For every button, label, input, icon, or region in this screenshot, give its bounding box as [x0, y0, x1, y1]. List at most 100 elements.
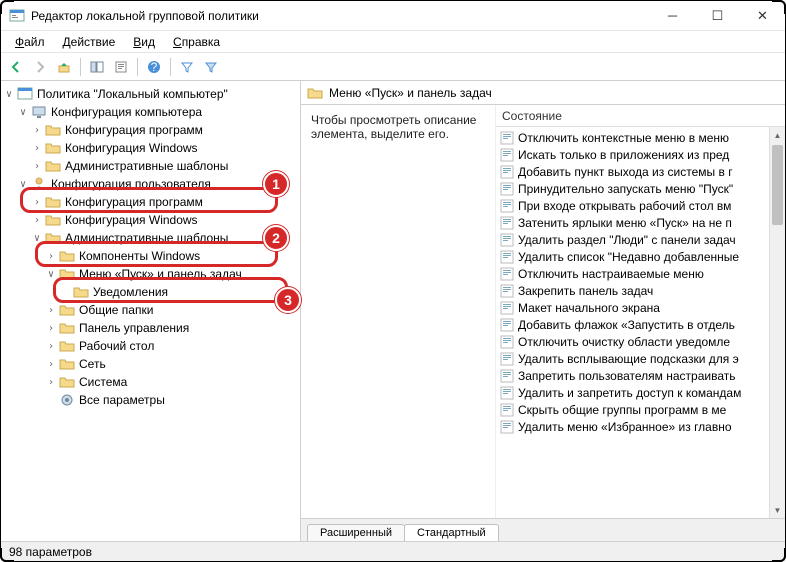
setting-icon	[500, 318, 514, 332]
scroll-up-button[interactable]: ▲	[770, 127, 785, 143]
folder-icon	[59, 374, 75, 390]
expand-icon[interactable]: ›	[45, 341, 57, 352]
list-item[interactable]: Добавить пункт выхода из системы в г	[496, 163, 785, 180]
list-item-label: Добавить пункт выхода из системы в г	[518, 165, 733, 179]
expand-icon[interactable]: ∨	[3, 89, 15, 100]
expand-icon[interactable]: ›	[45, 377, 57, 388]
expand-icon[interactable]: ›	[45, 305, 57, 316]
setting-icon	[500, 301, 514, 315]
expand-icon[interactable]: ›	[45, 251, 57, 262]
menu-file[interactable]: Файл	[7, 33, 53, 51]
badge-1: 1	[263, 171, 289, 197]
tree-item[interactable]: ›Общие папки	[3, 301, 298, 319]
tab-standard[interactable]: Стандартный	[404, 524, 499, 541]
list-item-label: Удалить список "Недавно добавленные	[518, 250, 739, 264]
menu-action[interactable]: Действие	[55, 33, 124, 51]
minimize-button[interactable]: ─	[650, 1, 695, 30]
list-item[interactable]: Удалить всплывающие подсказки для э	[496, 350, 785, 367]
setting-icon	[500, 148, 514, 162]
scroll-thumb[interactable]	[772, 145, 783, 225]
list-item[interactable]: Удалить список "Недавно добавленные	[496, 248, 785, 265]
tree-item[interactable]: ›Конфигурация Windows	[3, 139, 298, 157]
list-item[interactable]: Затенить ярлыки меню «Пуск» на не п	[496, 214, 785, 231]
setting-icon	[500, 284, 514, 298]
list-item[interactable]: Запретить пользователям настраивать	[496, 367, 785, 384]
folder-icon	[59, 356, 75, 372]
expand-icon[interactable]: ›	[31, 143, 43, 154]
tree-item[interactable]: ›Компоненты Windows	[3, 247, 298, 265]
list-item[interactable]: Отключить контекстные меню в меню	[496, 129, 785, 146]
list-item-label: Закрепить панель задач	[518, 284, 653, 298]
list-item-label: Удалить всплывающие подсказки для э	[518, 352, 739, 366]
properties-button[interactable]	[110, 56, 132, 78]
tree-item[interactable]: ›Рабочий стол	[3, 337, 298, 355]
user-icon	[31, 176, 47, 192]
expand-icon[interactable]: ›	[31, 161, 43, 172]
list-item[interactable]: Удалить и запретить доступ к командам	[496, 384, 785, 401]
expand-icon[interactable]: ›	[45, 359, 57, 370]
list-item[interactable]: Искать только в приложениях из пред	[496, 146, 785, 163]
up-button[interactable]	[53, 56, 75, 78]
vertical-scrollbar[interactable]: ▲ ▼	[769, 127, 785, 518]
expand-icon[interactable]: ›	[45, 323, 57, 334]
filter-options-button[interactable]	[200, 56, 222, 78]
list-item[interactable]: Добавить флажок «Запустить в отдель	[496, 316, 785, 333]
expand-icon[interactable]: ›	[31, 197, 43, 208]
list-item[interactable]: Макет начального экрана	[496, 299, 785, 316]
forward-button[interactable]	[29, 56, 51, 78]
content-header: Меню «Пуск» и панель задач	[301, 81, 785, 105]
settings-icon	[59, 392, 75, 408]
maximize-button[interactable]: ☐	[695, 1, 740, 30]
tree-item[interactable]: ›Конфигурация Windows	[3, 211, 298, 229]
list-item-label: Отключить контекстные меню в меню	[518, 131, 729, 145]
expand-icon[interactable]: ›	[31, 215, 43, 226]
menu-help[interactable]: Справка	[165, 33, 228, 51]
tree-item[interactable]: ›Конфигурация программ	[3, 121, 298, 139]
expand-icon[interactable]: ∨	[31, 233, 43, 244]
tree-user-config[interactable]: ∨Конфигурация пользователя	[3, 175, 298, 193]
description-panel: Чтобы просмотреть описание элемента, выд…	[301, 105, 496, 518]
tree-item[interactable]: Уведомления	[3, 283, 298, 301]
frame-corner	[772, 548, 786, 562]
tree-item[interactable]: ›Сеть	[3, 355, 298, 373]
list-item[interactable]: Удалить раздел "Люди" с панели задач	[496, 231, 785, 248]
content-body: Чтобы просмотреть описание элемента, выд…	[301, 105, 785, 519]
setting-icon	[500, 216, 514, 230]
expand-icon[interactable]: ∨	[45, 269, 57, 280]
show-hide-tree-button[interactable]	[86, 56, 108, 78]
folder-icon	[73, 284, 89, 300]
help-button[interactable]: ?	[143, 56, 165, 78]
tree-item[interactable]: ›Конфигурация программ	[3, 193, 298, 211]
list-item[interactable]: При входе открывать рабочий стол вм	[496, 197, 785, 214]
list-item[interactable]: Отключить очистку области уведомле	[496, 333, 785, 350]
filter-button[interactable]	[176, 56, 198, 78]
list-item-label: Затенить ярлыки меню «Пуск» на не п	[518, 216, 732, 230]
list-item[interactable]: Скрыть общие группы программ в ме	[496, 401, 785, 418]
scroll-down-button[interactable]: ▼	[770, 502, 785, 518]
list-item[interactable]: Закрепить панель задач	[496, 282, 785, 299]
setting-icon	[500, 250, 514, 264]
list-item[interactable]: Удалить меню «Избранное» из главно	[496, 418, 785, 435]
back-button[interactable]	[5, 56, 27, 78]
tree-root[interactable]: ∨Политика "Локальный компьютер"	[3, 85, 298, 103]
menu-view[interactable]: Вид	[125, 33, 163, 51]
list-item[interactable]: Отключить настраиваемые меню	[496, 265, 785, 282]
badge-3: 3	[275, 287, 301, 313]
tree-computer-config[interactable]: ∨Конфигурация компьютера	[3, 103, 298, 121]
expand-icon[interactable]: ∨	[17, 107, 29, 118]
column-header-state[interactable]: Состояние	[496, 105, 785, 127]
tree-item[interactable]: Все параметры	[3, 391, 298, 409]
tree-start-menu[interactable]: ∨Меню «Пуск» и панель задач	[3, 265, 298, 283]
tree-item[interactable]: ›Панель управления	[3, 319, 298, 337]
folder-icon	[45, 122, 61, 138]
expand-icon[interactable]: ›	[31, 125, 43, 136]
list-item-label: Макет начального экрана	[518, 301, 660, 315]
expand-icon[interactable]: ∨	[17, 179, 29, 190]
tree-admin-templates[interactable]: ∨Административные шаблоны	[3, 229, 298, 247]
tab-extended[interactable]: Расширенный	[307, 524, 405, 541]
tree-item[interactable]: ›Административные шаблоны	[3, 157, 298, 175]
setting-icon	[500, 369, 514, 383]
list-item[interactable]: Принудительно запускать меню "Пуск"	[496, 180, 785, 197]
tree-item[interactable]: ›Система	[3, 373, 298, 391]
frame-corner	[0, 0, 14, 14]
